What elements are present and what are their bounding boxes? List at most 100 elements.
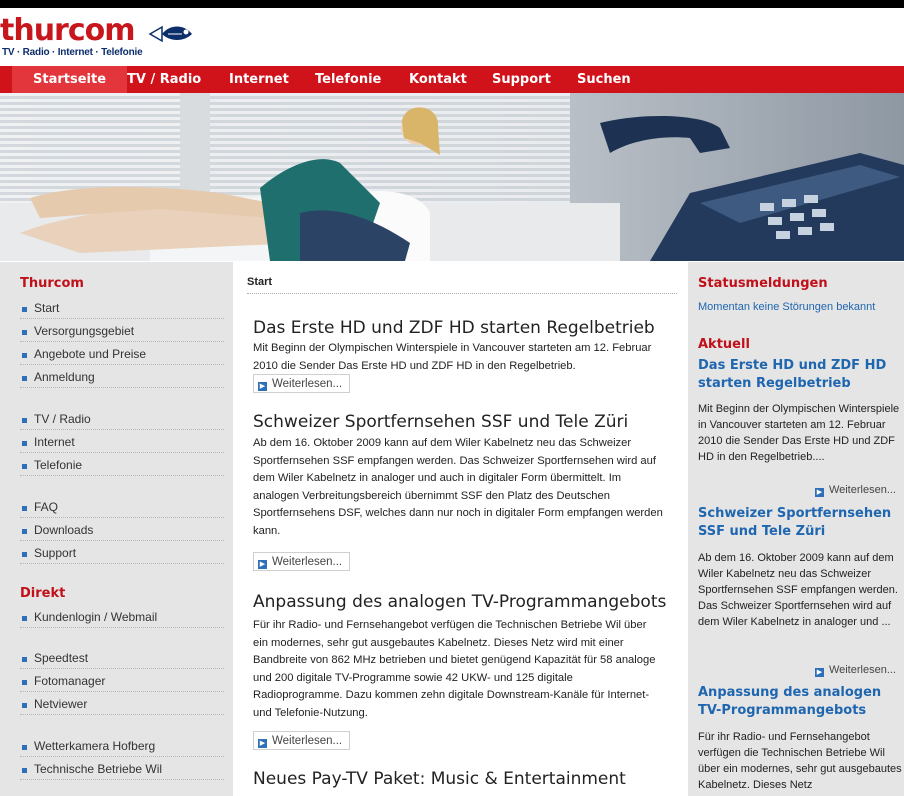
status-text: Momentan keine Störungen bekannt bbox=[698, 301, 876, 313]
news-title[interactable]: Schweizer Sportfernsehen SSF und Tele Zü… bbox=[698, 505, 898, 541]
read-more-label: Weiterlesen... bbox=[272, 556, 343, 568]
nav-telefonie[interactable]: Telefonie bbox=[315, 66, 381, 93]
square-bullet-icon bbox=[22, 418, 27, 423]
sidebar-item-label: Technische Betriebe Wil bbox=[34, 762, 163, 776]
news-read-more[interactable]: ▶ Weiterlesen... bbox=[814, 484, 896, 497]
main-nav: Startseite TV / Radio Internet Telefonie… bbox=[0, 66, 904, 93]
article-title[interactable]: Das Erste HD und ZDF HD starten Regelbet… bbox=[253, 318, 655, 338]
square-bullet-icon bbox=[22, 529, 27, 534]
sidebar-item-label: Netviewer bbox=[34, 697, 88, 711]
nav-suchen[interactable]: Suchen bbox=[577, 66, 631, 93]
hero-image bbox=[0, 93, 904, 261]
hero-banner bbox=[0, 93, 904, 261]
sidebar-item-speedtest[interactable]: Speedtest bbox=[20, 648, 224, 669]
nav-kontakt[interactable]: Kontakt bbox=[409, 66, 467, 93]
breadcrumb-divider bbox=[247, 293, 677, 294]
sidebar-item-angebote[interactable]: Angebote und Preise bbox=[20, 344, 224, 365]
sidebar-item-label: Support bbox=[34, 546, 77, 560]
left-sidebar: Thurcom Start Versorgungsgebiet Angebote… bbox=[0, 262, 233, 796]
arrow-right-icon: ▶ bbox=[814, 668, 824, 677]
square-bullet-icon bbox=[22, 464, 27, 469]
right-sidebar: Statusmeldungen Momentan keine Störungen… bbox=[688, 262, 904, 796]
article-body: Für ihr Radio- und Fernsehangebot verfüg… bbox=[253, 619, 656, 719]
sidebar-item-label: Wetterkamera Hofberg bbox=[34, 739, 156, 753]
sidebar-item-label: Speedtest bbox=[34, 651, 89, 665]
square-bullet-icon bbox=[22, 680, 27, 685]
aktuell-title: Aktuell bbox=[698, 337, 750, 352]
sidebar-item-tv-radio[interactable]: TV / Radio bbox=[20, 409, 224, 430]
sidebar-item-label: Downloads bbox=[34, 523, 94, 537]
sidebar-item-netviewer[interactable]: Netviewer bbox=[20, 694, 224, 715]
square-bullet-icon bbox=[22, 745, 27, 750]
square-bullet-icon bbox=[22, 616, 27, 621]
sidebar-item-label: Fotomanager bbox=[34, 674, 106, 688]
news-title[interactable]: Das Erste HD und ZDF HD starten Regelbet… bbox=[698, 357, 898, 393]
sidebar-item-internet[interactable]: Internet bbox=[20, 432, 224, 453]
main-content: Start Das Erste HD und ZDF HD starten Re… bbox=[233, 262, 688, 796]
square-bullet-icon bbox=[22, 353, 27, 358]
square-bullet-icon bbox=[22, 657, 27, 662]
breadcrumb: Start bbox=[247, 276, 273, 288]
read-more-button[interactable]: ▶ Weiterlesen... bbox=[253, 731, 351, 750]
sidebar-title-direkt: Direkt bbox=[20, 586, 66, 601]
read-more-button[interactable]: ▶ Weiterlesen... bbox=[253, 374, 351, 393]
news-read-more[interactable]: ▶ Weiterlesen... bbox=[814, 664, 896, 677]
news-body: Für ihr Radio- und Fernsehangebot verfüg… bbox=[698, 731, 902, 791]
sidebar-item-wetterkamera[interactable]: Wetterkamera Hofberg bbox=[20, 736, 224, 757]
sidebar-item-label: Telefonie bbox=[34, 458, 83, 472]
nav-support[interactable]: Support bbox=[492, 66, 551, 93]
sidebar-item-label: Start bbox=[34, 301, 60, 315]
sidebar-item-label: Kundenlogin / Webmail bbox=[34, 610, 158, 624]
logo-tagline: TV · Radio · Internet · Telefonie bbox=[2, 47, 143, 58]
sidebar-item-label: FAQ bbox=[34, 500, 59, 514]
sidebar-item-telefonie[interactable]: Telefonie bbox=[20, 455, 224, 476]
square-bullet-icon bbox=[22, 441, 27, 446]
news-title[interactable]: Anpassung des analogen TV-Programmangebo… bbox=[698, 684, 898, 720]
sidebar-item-versorgungsgebiet[interactable]: Versorgungsgebiet bbox=[20, 321, 224, 342]
arrow-right-icon: ▶ bbox=[258, 739, 267, 748]
sidebar-item-faq[interactable]: FAQ bbox=[20, 497, 224, 518]
article-title[interactable]: Anpassung des analogen TV-Programmangebo… bbox=[253, 592, 666, 612]
sidebar-item-label: Angebote und Preise bbox=[34, 347, 147, 361]
square-bullet-icon bbox=[22, 376, 27, 381]
arrow-right-icon: ▶ bbox=[814, 488, 824, 497]
arrow-right-icon: ▶ bbox=[258, 382, 267, 391]
square-bullet-icon bbox=[22, 307, 27, 312]
square-bullet-icon bbox=[22, 768, 27, 773]
nav-internet[interactable]: Internet bbox=[229, 66, 289, 93]
article-title[interactable]: Schweizer Sportfernsehen SSF und Tele Zü… bbox=[253, 412, 628, 432]
nav-tv-radio[interactable]: TV / Radio bbox=[127, 66, 201, 93]
read-more-label: Weiterlesen... bbox=[828, 484, 896, 496]
article-body: Ab dem 16. Oktober 2009 kann auf dem Wil… bbox=[253, 437, 663, 537]
top-border bbox=[0, 0, 904, 8]
square-bullet-icon bbox=[22, 552, 27, 557]
sidebar-item-label: Anmeldung bbox=[34, 370, 95, 384]
arrow-right-icon: ▶ bbox=[258, 560, 267, 569]
read-more-button[interactable]: ▶ Weiterlesen... bbox=[253, 552, 351, 571]
square-bullet-icon bbox=[22, 506, 27, 511]
article-title[interactable]: Neues Pay-TV Paket: Music & Entertainmen… bbox=[253, 769, 626, 789]
sidebar-item-technische-betriebe[interactable]: Technische Betriebe Wil bbox=[20, 759, 224, 780]
news-body: Mit Beginn der Olympischen Winterspiele … bbox=[698, 403, 900, 463]
read-more-label: Weiterlesen... bbox=[272, 735, 343, 747]
square-bullet-icon bbox=[22, 703, 27, 708]
article-body: Mit Beginn der Olympischen Winterspiele … bbox=[253, 342, 652, 372]
sidebar-item-label: Versorgungsgebiet bbox=[34, 324, 135, 338]
logo-wordmark: thurcom bbox=[0, 13, 136, 48]
sidebar-item-kundenlogin[interactable]: Kundenlogin / Webmail bbox=[20, 607, 224, 628]
sidebar-item-start[interactable]: Start bbox=[20, 298, 224, 319]
nav-startseite[interactable]: Startseite bbox=[12, 66, 128, 93]
fish-logo-icon bbox=[148, 25, 192, 43]
square-bullet-icon bbox=[22, 330, 27, 335]
sidebar-item-support[interactable]: Support bbox=[20, 543, 224, 564]
sidebar-item-fotomanager[interactable]: Fotomanager bbox=[20, 671, 224, 692]
read-more-label: Weiterlesen... bbox=[828, 664, 896, 676]
sidebar-item-anmeldung[interactable]: Anmeldung bbox=[20, 367, 224, 388]
thurcom-logo[interactable]: thurcom TV · Radio · Internet · Telefoni… bbox=[0, 16, 220, 60]
read-more-label: Weiterlesen... bbox=[272, 378, 343, 390]
sidebar-item-label: TV / Radio bbox=[34, 412, 91, 426]
news-body: Ab dem 16. Oktober 2009 kann auf dem Wil… bbox=[698, 552, 898, 628]
sidebar-item-downloads[interactable]: Downloads bbox=[20, 520, 224, 541]
status-title: Statusmeldungen bbox=[698, 276, 828, 291]
sidebar-title-thurcom: Thurcom bbox=[20, 276, 84, 291]
